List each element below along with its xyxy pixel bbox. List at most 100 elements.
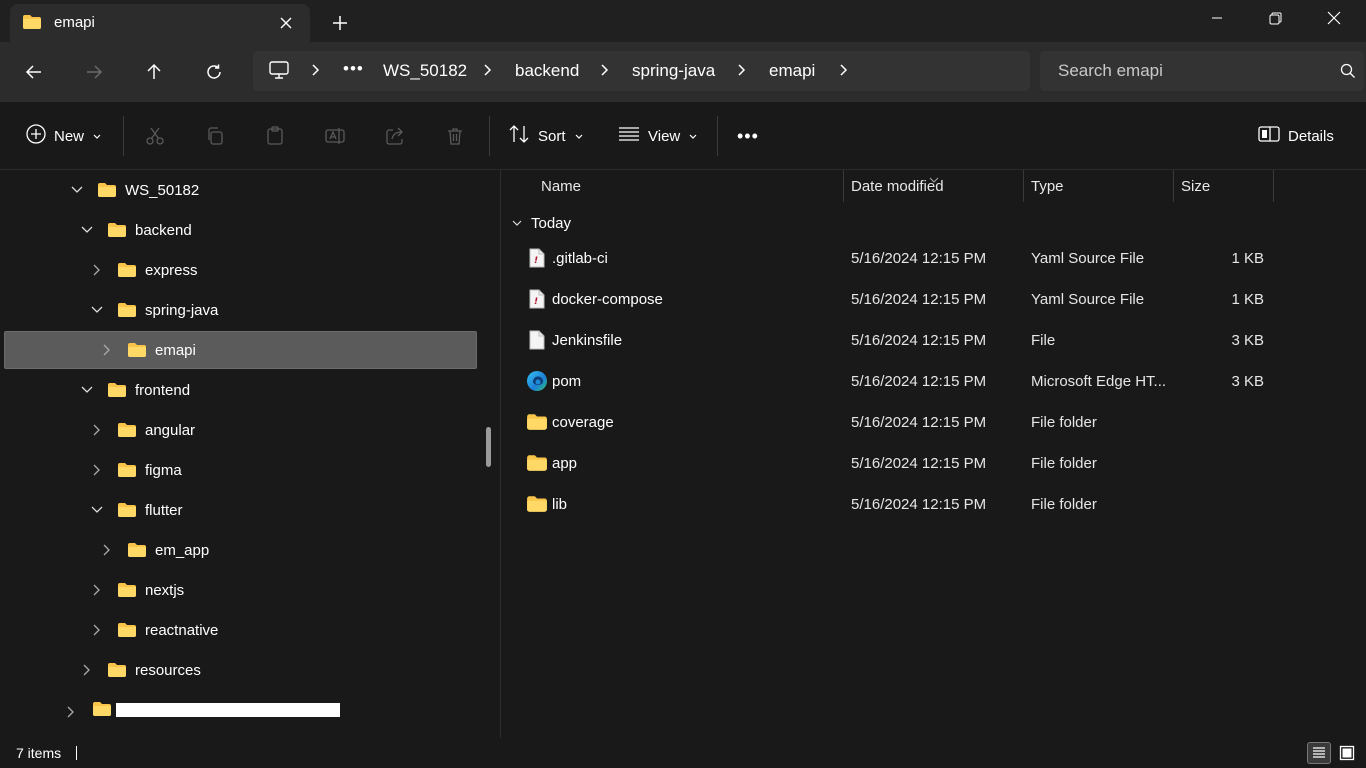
file-row[interactable]: ! docker-compose 5/16/2024 12:15 PM Yaml So…	[501, 280, 1366, 318]
file-date: 5/16/2024 12:15 PM	[851, 250, 987, 267]
chevron-right-icon[interactable]	[80, 663, 94, 677]
breadcrumb-item-spring-java[interactable]: spring-java	[632, 61, 715, 81]
copy-icon[interactable]	[205, 122, 225, 150]
close-tab-icon[interactable]	[274, 11, 298, 35]
more-options-button[interactable]: •••	[737, 122, 759, 150]
column-header-date[interactable]: Date modified	[851, 178, 944, 195]
this-pc-icon[interactable]	[269, 61, 289, 83]
chevron-right-icon[interactable]	[90, 263, 104, 277]
file-row[interactable]: pom 5/16/2024 12:15 PM Microsoft Edge HT..…	[501, 362, 1366, 400]
tree-item-flutter[interactable]: flutter	[90, 491, 183, 529]
chevron-right-icon[interactable]	[483, 63, 493, 80]
chevron-down-icon[interactable]	[90, 303, 104, 317]
group-header-today[interactable]: Today	[511, 215, 571, 232]
tree-item-label: spring-java	[145, 301, 219, 319]
breadcrumb-overflow-button[interactable]: •••	[343, 59, 364, 79]
rename-icon[interactable]	[325, 122, 345, 150]
sort-button[interactable]: Sort	[508, 122, 584, 150]
share-icon[interactable]	[385, 122, 405, 150]
tree-item-figma[interactable]: figma	[90, 451, 182, 489]
back-arrow-icon[interactable]	[20, 58, 48, 86]
tree-item-spring-java[interactable]: spring-java	[90, 291, 218, 329]
close-window-icon[interactable]	[1305, 0, 1363, 36]
chevron-down-icon[interactable]	[80, 383, 94, 397]
chevron-right-icon[interactable]	[839, 63, 849, 80]
breadcrumb-item-ws50182[interactable]: WS_50182	[383, 61, 467, 81]
tree-item-resources[interactable]: resources	[80, 651, 201, 689]
chevron-right-icon[interactable]	[100, 343, 114, 357]
refresh-icon[interactable]	[200, 58, 228, 86]
tree-item-angular[interactable]: angular	[90, 411, 195, 449]
chevron-right-icon[interactable]	[100, 543, 114, 557]
separator	[489, 116, 490, 156]
breadcrumb-item-emapi[interactable]: emapi	[769, 61, 815, 81]
chevron-right-icon[interactable]	[64, 705, 78, 722]
file-row[interactable]: ! .gitlab-ci 5/16/2024 12:15 PM Yaml Source…	[501, 239, 1366, 277]
file-date: 5/16/2024 12:15 PM	[851, 455, 987, 472]
up-arrow-icon[interactable]	[140, 58, 168, 86]
sort-label: Sort	[538, 127, 566, 145]
tree-item-em-app[interactable]: em_app	[100, 531, 209, 569]
view-label: View	[648, 127, 681, 145]
chevron-down-icon[interactable]	[90, 503, 104, 517]
delete-icon[interactable]	[445, 122, 465, 150]
chevron-right-icon[interactable]	[90, 583, 104, 597]
restore-icon[interactable]	[1246, 0, 1304, 36]
tree-item-frontend[interactable]: frontend	[80, 371, 190, 409]
file-row[interactable]: Jenkinsfile 5/16/2024 12:15 PM File 3 KB	[501, 321, 1366, 359]
tab-emapi[interactable]: emapi	[10, 4, 310, 42]
search-input[interactable]: Search emapi	[1040, 51, 1364, 91]
new-button[interactable]: New	[26, 122, 102, 150]
chevron-right-icon[interactable]	[737, 63, 747, 80]
tree-item-nextjs[interactable]: nextjs	[90, 571, 184, 609]
minimize-icon[interactable]	[1188, 0, 1246, 36]
chevron-down-icon[interactable]	[80, 223, 94, 237]
address-bar[interactable]: ••• WS_50182 backend spring-java emapi	[253, 51, 1030, 91]
title-bar: emapi	[0, 0, 1366, 42]
details-button[interactable]: Details	[1258, 122, 1334, 150]
sidebar-scrollbar[interactable]	[486, 427, 491, 467]
column-divider[interactable]	[1273, 170, 1274, 202]
tree-item-label: resources	[135, 661, 201, 679]
file-row[interactable]: lib 5/16/2024 12:15 PM File folder	[501, 485, 1366, 523]
column-header-name[interactable]: Name	[541, 178, 581, 195]
tree-item-backend[interactable]: backend	[80, 211, 192, 249]
column-header-type[interactable]: Type	[1031, 178, 1064, 195]
tree-item-ws-50182[interactable]: WS_50182	[70, 171, 199, 209]
cut-icon[interactable]	[145, 122, 165, 150]
file-date: 5/16/2024 12:15 PM	[851, 332, 987, 349]
folder-icon	[526, 453, 548, 473]
column-divider[interactable]	[1173, 170, 1174, 202]
chevron-right-icon[interactable]	[90, 423, 104, 437]
tree-item-label: nextjs	[145, 581, 185, 599]
chevron-right-icon[interactable]	[90, 463, 104, 477]
file-type: File	[1031, 332, 1056, 349]
column-divider[interactable]	[1023, 170, 1024, 202]
command-bar: New Sort View ••• Details	[0, 102, 1366, 170]
search-placeholder: Search emapi	[1058, 61, 1163, 80]
file-row[interactable]: app 5/16/2024 12:15 PM File folder	[501, 444, 1366, 482]
breadcrumb-item-backend[interactable]: backend	[515, 61, 579, 81]
item-count: 7 items	[16, 745, 62, 761]
view-button[interactable]: View	[618, 122, 698, 150]
folder-icon	[127, 342, 147, 358]
file-name: pom	[552, 373, 582, 390]
column-divider[interactable]	[843, 170, 844, 202]
tiles-view-icon[interactable]	[1335, 742, 1359, 764]
chevron-down-icon[interactable]	[70, 183, 84, 197]
file-name: lib	[552, 496, 568, 513]
tree-item-emapi[interactable]: emapi	[100, 331, 196, 369]
paste-icon[interactable]	[265, 122, 285, 150]
tree-item-express[interactable]: express	[90, 251, 198, 289]
column-header-size[interactable]: Size	[1181, 178, 1210, 195]
file-row[interactable]: coverage 5/16/2024 12:15 PM File folder	[501, 403, 1366, 441]
new-tab-icon[interactable]	[328, 11, 352, 35]
chevron-right-icon[interactable]	[600, 63, 610, 80]
file-date: 5/16/2024 12:15 PM	[851, 496, 987, 513]
navigation-bar: ••• WS_50182 backend spring-java emapi S…	[0, 42, 1366, 102]
tree-item-reactnative[interactable]: reactnative	[90, 611, 218, 649]
search-icon[interactable]	[1340, 63, 1356, 82]
forward-arrow-icon[interactable]	[80, 58, 108, 86]
chevron-right-icon[interactable]	[90, 623, 104, 637]
details-view-icon[interactable]	[1307, 742, 1331, 764]
